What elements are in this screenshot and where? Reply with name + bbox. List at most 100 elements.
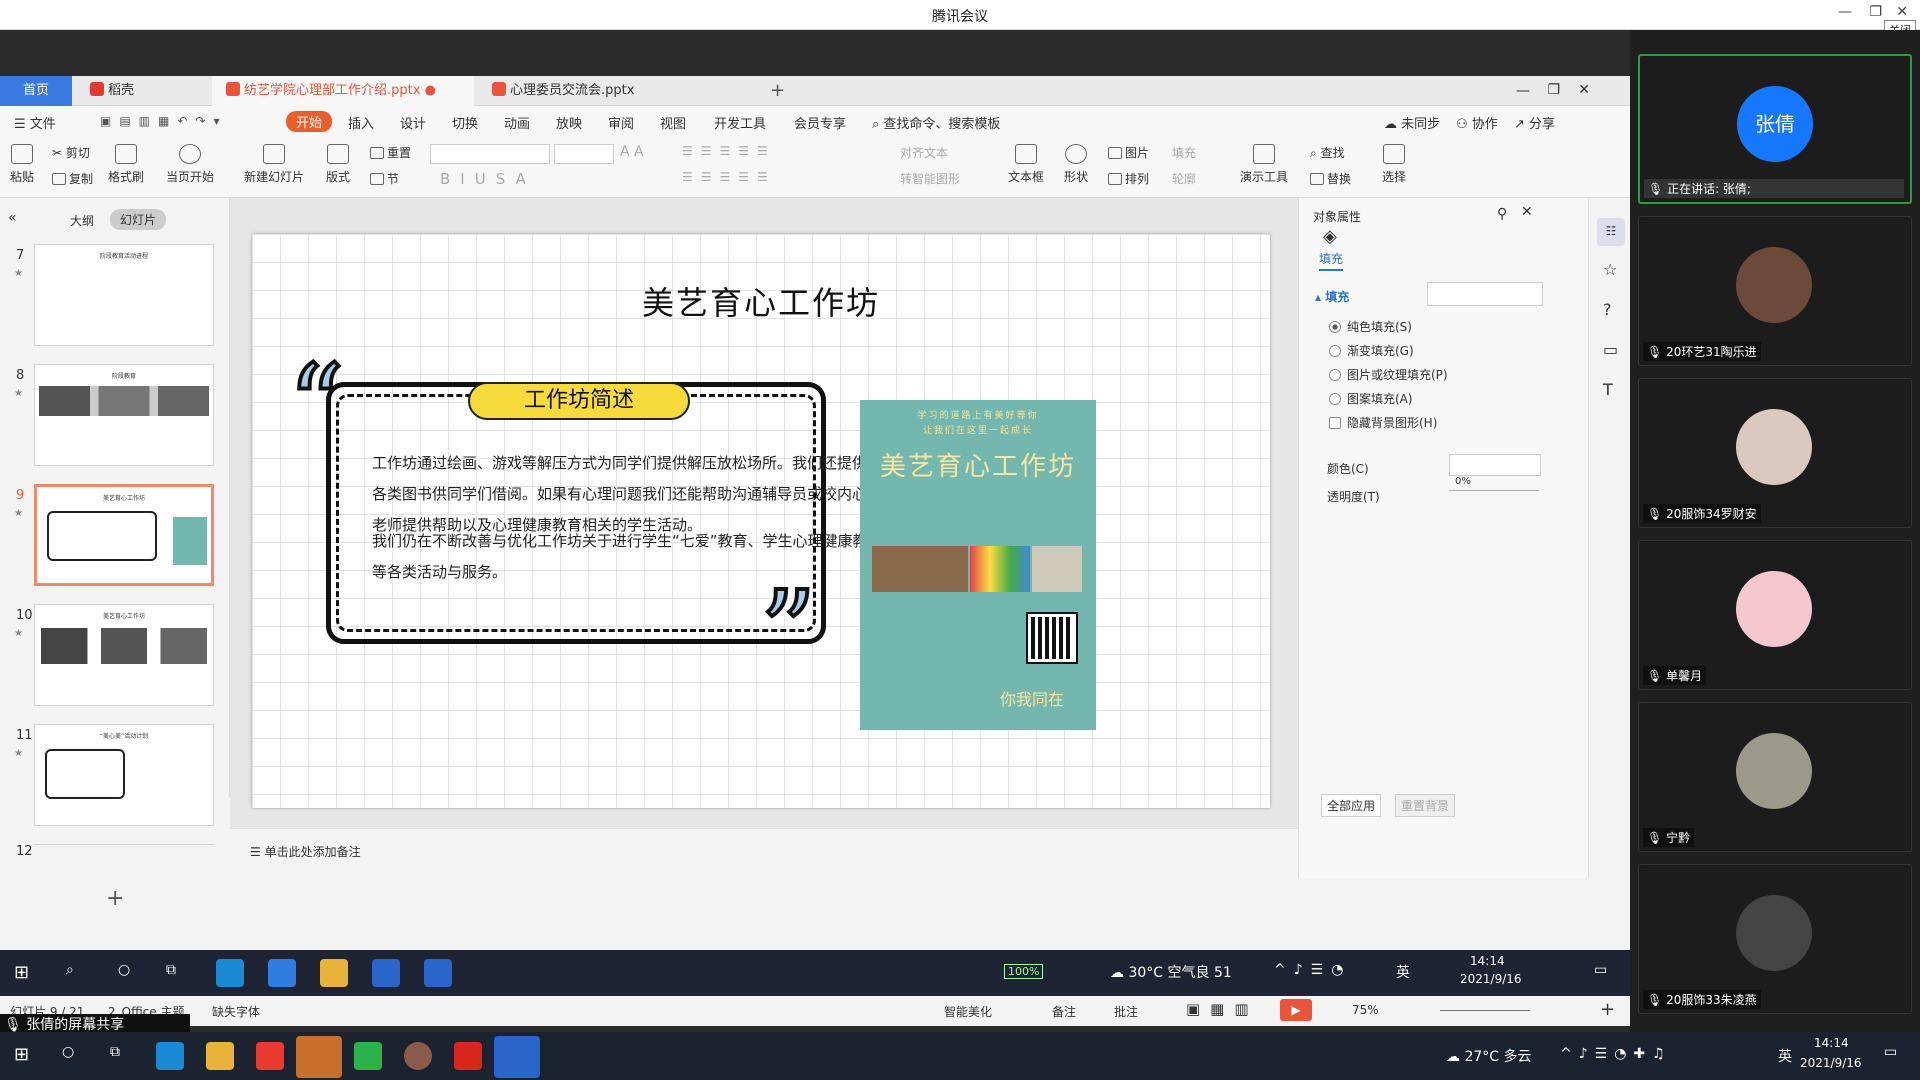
play-slideshow-button[interactable]: ▶ — [1280, 999, 1312, 1021]
play-from-current-button[interactable]: 当页开始 — [166, 144, 214, 185]
opt-hide-bg[interactable]: 隐藏背景图形(H) — [1329, 414, 1437, 431]
close-icon[interactable]: ✕ — [1896, 4, 1908, 20]
help-icon[interactable]: ? — [1603, 300, 1612, 319]
notes-toggle[interactable]: 备注 — [1052, 1003, 1076, 1020]
app-avatar-icon[interactable] — [404, 1042, 432, 1070]
menu-show[interactable]: 放映 — [556, 113, 582, 132]
textbox-button[interactable]: 文本框 — [1008, 144, 1044, 185]
input-lang[interactable]: 英 — [1778, 1046, 1792, 1066]
format-painter-button[interactable]: 格式刷 — [108, 144, 144, 185]
zoom-slider[interactable] — [1440, 1010, 1530, 1011]
add-slide-icon[interactable]: + — [106, 886, 124, 911]
tab-file2[interactable]: 心理委员交流会.pptx — [478, 76, 718, 106]
weather-widget[interactable]: ☁ 27°C 多云 — [1446, 1046, 1532, 1066]
new-slide-button[interactable]: 新建幻灯片 — [244, 144, 304, 185]
close-icon[interactable]: ✕ — [1521, 204, 1533, 220]
workshop-poster-image[interactable]: 学习的道路上有美好等你 让我们在这里一起成长 美艺育心工作坊 你我同在 — [860, 400, 1096, 730]
zoom-in-icon[interactable]: + — [1600, 999, 1615, 1020]
notes-bar[interactable]: ☰ 单击此处添加备注 — [230, 828, 1298, 874]
restore-icon[interactable]: ❐ — [1547, 82, 1560, 98]
tencent-meeting-icon[interactable] — [494, 1036, 540, 1078]
close-icon[interactable]: ✕ — [1578, 82, 1590, 98]
app-orange-icon[interactable] — [296, 1036, 342, 1078]
fill-section-header[interactable]: ▴ 填充 — [1315, 288, 1349, 305]
slide-thumb-11[interactable]: “美心美”活动计划 — [34, 724, 214, 826]
menu-start[interactable]: 开始 — [286, 111, 333, 132]
color-picker[interactable] — [1449, 454, 1541, 476]
menu-member[interactable]: 会员专享 — [794, 113, 846, 132]
tencent-meeting-icon[interactable] — [424, 959, 452, 987]
font-grow-shrink-icons[interactable]: A A — [620, 144, 644, 160]
zoom-value[interactable]: 75% — [1352, 1003, 1379, 1017]
restore-icon[interactable]: ❐ — [1869, 4, 1882, 20]
find-button[interactable]: ⌕ 查找 — [1310, 144, 1345, 161]
apply-all-button[interactable]: 全部应用 — [1321, 794, 1382, 817]
sync-status[interactable]: ☁ 未同步 — [1384, 113, 1440, 132]
tab-home[interactable]: 首页 — [0, 76, 72, 106]
fill-tab[interactable]: 填充 — [1319, 250, 1344, 271]
menu-devtools[interactable]: 开发工具 — [714, 113, 766, 132]
beautify-button[interactable]: 智能美化 — [944, 1003, 992, 1020]
replace-button[interactable]: 替换 — [1310, 170, 1351, 187]
new-tab-button[interactable]: + — [756, 76, 785, 106]
cortana-icon[interactable]: ○ — [118, 962, 130, 978]
fill-dropdown[interactable] — [1427, 282, 1543, 306]
comments-toggle[interactable]: 批注 — [1114, 1003, 1138, 1020]
slides-tab[interactable]: 幻灯片 — [110, 209, 167, 230]
align-icons[interactable]: ☰☰☰☰☰ — [682, 170, 776, 184]
participant-tile[interactable]: 🎙 20环艺31陶乐进 — [1638, 216, 1912, 366]
participant-tile[interactable]: 🎙 20服饰34罗财安 — [1638, 378, 1912, 528]
folder-icon[interactable] — [320, 959, 348, 987]
notification-icon[interactable]: ▭ — [1884, 1044, 1897, 1060]
minimize-icon[interactable]: — — [1516, 83, 1530, 99]
layout-button[interactable]: 版式 — [326, 144, 350, 185]
slide-thumb-8[interactable]: 阶段教育 — [34, 364, 214, 466]
collapse-pane-icon[interactable]: « — [8, 210, 17, 226]
menu-design[interactable]: 设计 — [400, 113, 426, 132]
outline-tab[interactable]: 大纲 — [70, 212, 94, 229]
select-button[interactable]: 选择 — [1382, 144, 1406, 185]
wps-word-icon[interactable] — [372, 959, 400, 987]
cut-button[interactable]: ✂ 剪切 — [52, 144, 90, 161]
section-button[interactable]: 节 — [370, 170, 399, 187]
weather-widget[interactable]: ☁ 30°C 空气良 51 — [1110, 962, 1232, 982]
menu-review[interactable]: 审阅 — [608, 113, 634, 132]
font-family-select[interactable] — [430, 144, 550, 164]
wps-icon[interactable] — [454, 1042, 482, 1070]
reset-background-button[interactable]: 重置背景 — [1395, 794, 1456, 817]
windows-start-icon[interactable]: ⊞ — [14, 1044, 29, 1065]
notes-placeholder[interactable]: ☰ 单击此处添加备注 — [250, 843, 361, 860]
search-icon[interactable]: ⌕ — [66, 962, 74, 978]
wechat-icon[interactable] — [354, 1042, 382, 1070]
text-icon[interactable]: T — [1603, 380, 1613, 399]
slide-thumb-12[interactable] — [34, 844, 214, 845]
section-pill-label[interactable]: 工作坊简述 — [468, 382, 690, 420]
slide-thumb-7[interactable]: 阶段教育活动进程 — [34, 244, 214, 346]
slide-canvas[interactable]: 美艺育心工作坊 “ ” 工作坊简述 工作坊通过绘画、游戏等解压方式为同学们提供解… — [252, 234, 1270, 808]
participant-tile[interactable]: 张倩 🎙 正在讲话: 张倩; — [1638, 54, 1912, 204]
font-size-select[interactable] — [554, 144, 614, 164]
body-paragraph-2[interactable]: 我们仍在不断改善与优化工作坊关于进行学生“七爱”教育、学生心理健康教育等各类活动… — [372, 526, 892, 588]
missing-font[interactable]: 缺失字体 — [212, 1003, 260, 1020]
slide-title[interactable]: 美艺育心工作坊 — [252, 278, 1270, 324]
participant-tile[interactable]: 🎙 20服饰33朱凌燕 — [1638, 864, 1912, 1014]
menu-file[interactable]: ☰ 文件 — [14, 113, 56, 132]
tab-file1[interactable]: 纺艺学院心理部工作介绍.pptx ● — [212, 76, 474, 106]
tray-icons[interactable]: ^♪☰◔ — [1274, 962, 1351, 978]
collab-button[interactable]: ⚇ 协作 — [1456, 113, 1498, 132]
reset-button[interactable]: 重置 — [370, 144, 411, 161]
star-icon[interactable]: ☆ — [1603, 260, 1617, 279]
text-format-icons[interactable]: BIUSA — [440, 170, 536, 188]
tab-daoke[interactable]: 稻壳 — [76, 76, 208, 106]
task-view-icon[interactable]: ⧉ — [110, 1044, 120, 1060]
tray-icons[interactable]: ^♪☰◔✚♫ — [1560, 1046, 1672, 1062]
fill-button[interactable]: 填充 — [1172, 144, 1196, 161]
copy-button[interactable]: 复制 — [52, 170, 93, 187]
presenter-tools-button[interactable]: 演示工具 — [1240, 144, 1288, 185]
edge-icon[interactable] — [156, 1042, 184, 1070]
menu-insert[interactable]: 插入 — [348, 113, 374, 132]
minimize-icon[interactable]: — — [1838, 4, 1852, 20]
cortana-icon[interactable]: ○ — [62, 1044, 74, 1060]
view-mode-icons[interactable]: ▣▦▥ — [1186, 1000, 1259, 1018]
windows-start-icon[interactable]: ⊞ — [14, 962, 29, 983]
